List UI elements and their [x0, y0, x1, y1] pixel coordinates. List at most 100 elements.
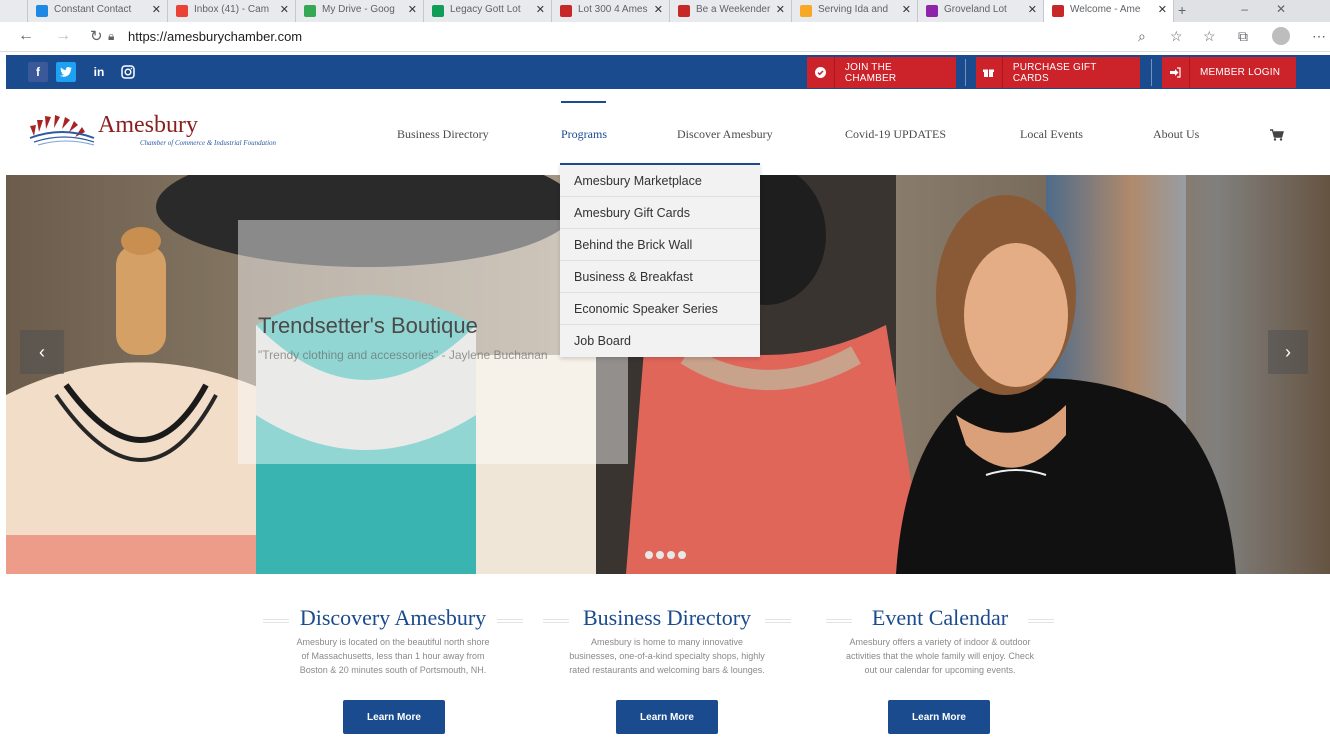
slider-dots — [645, 551, 686, 559]
slider-prev-button[interactable]: ‹ — [20, 330, 64, 374]
title-rule — [826, 619, 852, 623]
logo-subtitle: Chamber of Commerce & Industrial Foundat… — [140, 139, 277, 147]
feature-business-directory: Business Directory Amesbury is home to m… — [537, 605, 797, 677]
cart-icon[interactable] — [1270, 129, 1284, 141]
chevron-left-icon: ‹ — [39, 341, 45, 362]
active-menu-indicator — [561, 101, 606, 103]
tab-close-icon[interactable]: ✕ — [902, 3, 911, 16]
check-circle-icon — [807, 57, 835, 88]
facebook-icon[interactable]: f — [28, 62, 48, 82]
tab-close-icon[interactable]: ✕ — [152, 3, 161, 16]
profile-avatar[interactable] — [1272, 27, 1290, 45]
browser-menu-tab[interactable] — [0, 0, 28, 22]
dropdown-item-marketplace[interactable]: Amesbury Marketplace — [560, 165, 760, 197]
site-logo[interactable]: Amesbury Chamber of Commerce & Industria… — [28, 112, 276, 152]
nav-business-directory[interactable]: Business Directory — [397, 127, 489, 142]
feature-discovery: Discovery Amesbury Amesbury is located o… — [263, 605, 523, 677]
member-login-label: MEMBER LOGIN — [1200, 67, 1281, 78]
slider-dot[interactable] — [656, 551, 664, 559]
dropdown-item-speaker-series[interactable]: Economic Speaker Series — [560, 293, 760, 325]
lock-icon[interactable]: 🔒︎ — [108, 29, 114, 44]
tab-favicon-icon — [926, 5, 938, 17]
title-rule — [765, 619, 791, 623]
nav-about-us[interactable]: About Us — [1153, 127, 1199, 142]
tab-close-icon[interactable]: ✕ — [408, 3, 417, 16]
browser-tab-active[interactable]: Welcome - Ame ✕ — [1044, 0, 1174, 22]
browser-tab[interactable]: Constant Contact ✕ — [28, 0, 168, 22]
logo-fan-icon — [29, 115, 95, 146]
tab-favicon-icon — [432, 5, 444, 17]
browser-tab-strip: Constant Contact ✕ Inbox (41) - Cam ✕ My D… — [0, 0, 1330, 22]
hero-title: Trendsetter's Boutique — [258, 313, 478, 338]
instagram-icon[interactable] — [118, 62, 138, 82]
browser-tab[interactable]: Groveland Lot ✕ — [918, 0, 1044, 22]
sign-in-icon — [1162, 57, 1190, 88]
twitter-icon[interactable] — [56, 62, 76, 82]
favorite-star-icon[interactable]: ☆ — [1170, 28, 1183, 45]
more-menu-icon[interactable]: ⋯ — [1312, 28, 1326, 45]
linkedin-icon[interactable]: in — [86, 62, 112, 82]
tab-close-icon[interactable]: ✕ — [1158, 3, 1167, 16]
address-bar: ← → ↻ 🔒︎ https://amesburychamber.com ⌕ ☆… — [0, 22, 1330, 52]
tab-close-icon[interactable]: ✕ — [776, 3, 785, 16]
nav-local-events[interactable]: Local Events — [1020, 127, 1083, 142]
tab-favicon-icon — [1052, 5, 1064, 17]
title-rule — [263, 619, 289, 623]
slider-dot[interactable] — [667, 551, 675, 559]
reload-icon[interactable]: ↻ — [90, 27, 103, 45]
browser-tab[interactable]: Legacy Gott Lot ✕ — [424, 0, 552, 22]
browser-tab[interactable]: My Drive - Goog ✕ — [296, 0, 424, 22]
zoom-icon[interactable]: ⌕ — [1138, 28, 1146, 45]
top-utility-bar: f in JOIN THE CHAMBER PURCHASE GIFT CARD… — [6, 55, 1330, 89]
slider-dot[interactable] — [678, 551, 686, 559]
logo-name: Amesbury — [98, 112, 198, 138]
browser-tab[interactable]: Serving Ida and ✕ — [792, 0, 918, 22]
tab-favicon-icon — [678, 5, 690, 17]
nav-covid-updates[interactable]: Covid-19 UPDATES — [845, 127, 946, 142]
dropdown-item-brick-wall[interactable]: Behind the Brick Wall — [560, 229, 760, 261]
learn-more-button[interactable]: Learn More — [343, 700, 445, 734]
browser-tab[interactable]: Be a Weekender ✕ — [670, 0, 792, 22]
browser-tab[interactable]: Lot 300 4 Ames ✕ — [552, 0, 670, 22]
browser-tab[interactable]: Inbox (41) - Cam ✕ — [168, 0, 296, 22]
title-rule — [497, 619, 523, 623]
nav-programs[interactable]: Programs — [561, 127, 607, 142]
divider — [1151, 59, 1152, 86]
favorites-list-icon[interactable]: ☆ — [1203, 28, 1216, 45]
new-tab-icon[interactable]: + — [1178, 2, 1186, 18]
back-arrow-icon[interactable]: ← — [18, 27, 34, 45]
member-login-button[interactable]: MEMBER LOGIN — [1162, 57, 1296, 88]
join-chamber-button[interactable]: JOIN THE CHAMBER — [807, 57, 956, 88]
purchase-gift-cards-label: PURCHASE GIFT CARDS — [1012, 61, 1097, 84]
tab-close-icon[interactable]: ✕ — [654, 3, 663, 16]
dropdown-item-gift-cards[interactable]: Amesbury Gift Cards — [560, 197, 760, 229]
forward-arrow-icon[interactable]: → — [55, 27, 71, 45]
tab-close-icon[interactable]: ✕ — [280, 3, 289, 16]
feature-title: Discovery Amesbury — [299, 605, 487, 630]
window-controls[interactable]: –✕ — [1241, 2, 1314, 16]
tab-close-icon[interactable]: ✕ — [536, 3, 545, 16]
purchase-gift-cards-button[interactable]: PURCHASE GIFT CARDS — [976, 57, 1140, 88]
programs-dropdown: Amesbury Marketplace Amesbury Gift Cards… — [560, 163, 760, 357]
feature-description: Amesbury is located on the beautiful nor… — [296, 637, 490, 675]
slider-next-button[interactable]: › — [1268, 330, 1308, 374]
collections-icon[interactable]: ⧉ — [1238, 28, 1248, 45]
title-rule — [543, 619, 569, 623]
tab-favicon-icon — [800, 5, 812, 17]
url-field[interactable]: https://amesburychamber.com — [128, 29, 302, 44]
nav-discover-amesbury[interactable]: Discover Amesbury — [677, 127, 773, 142]
learn-more-button[interactable]: Learn More — [888, 700, 990, 734]
join-chamber-label: JOIN THE CHAMBER — [844, 61, 897, 84]
dropdown-item-business-breakfast[interactable]: Business & Breakfast — [560, 261, 760, 293]
learn-more-button[interactable]: Learn More — [616, 700, 718, 734]
tab-close-icon[interactable]: ✕ — [1028, 3, 1037, 16]
hero-quote: "Trendy clothing and accessories" - Jayl… — [258, 348, 548, 362]
title-rule — [1028, 619, 1054, 623]
feature-title: Business Directory — [582, 605, 752, 630]
dropdown-item-job-board[interactable]: Job Board — [560, 325, 760, 357]
feature-description: Amesbury offers a variety of indoor & ou… — [846, 637, 1034, 675]
tab-favicon-icon — [560, 5, 572, 17]
slider-dot[interactable] — [645, 551, 653, 559]
tab-favicon-icon — [36, 5, 48, 17]
feature-description: Amesbury is home to many innovative busi… — [569, 637, 765, 675]
